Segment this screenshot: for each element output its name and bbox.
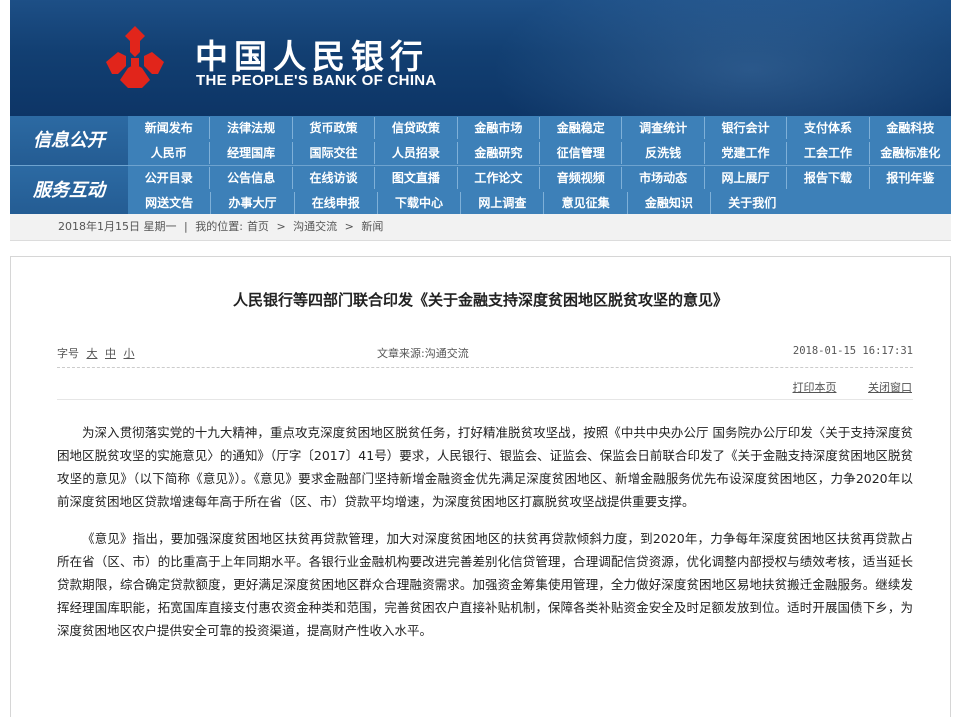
nav-item[interactable]: 金融知识	[628, 192, 712, 214]
source-value: 沟通交流	[424, 347, 469, 360]
article-actions: 打印本页 关闭窗口	[765, 379, 913, 395]
nav-item[interactable]: 金融研究	[458, 142, 541, 164]
nav-item[interactable]: 法律法规	[210, 117, 293, 139]
close-window-link[interactable]: 关闭窗口	[868, 381, 912, 394]
article-paragraph: 《意见》指出，要加强深度贫困地区扶贫再贷款管理，加大对深度贫困地区的扶贫再贷款倾…	[57, 531, 913, 638]
nav-item[interactable]: 金融市场	[458, 117, 541, 139]
site-title-en: THE PEOPLE'S BANK OF CHINA	[196, 72, 437, 89]
header-glow	[491, 0, 951, 116]
nav-item[interactable]: 工作论文	[458, 167, 541, 189]
nav-item[interactable]: 人员招录	[375, 142, 458, 164]
breadcrumb-current[interactable]: 新闻	[361, 220, 383, 233]
nav-item[interactable]: 关于我们	[711, 192, 793, 214]
nav-item[interactable]: 工会工作	[787, 142, 870, 164]
nav-item[interactable]: 市场动态	[622, 167, 705, 189]
font-size-large-link[interactable]: 大	[87, 347, 98, 360]
nav-item[interactable]: 金融标准化	[870, 142, 951, 164]
main-navigation: 信息公开 新闻发布 法律法规 货币政策 信贷政策 金融市场 金融稳定 调查统计 …	[10, 116, 951, 215]
nav-item[interactable]: 支付体系	[787, 117, 870, 139]
nav-block-info: 信息公开 新闻发布 法律法规 货币政策 信贷政策 金融市场 金融稳定 调查统计 …	[10, 116, 951, 165]
article-title: 人民银行等四部门联合印发《关于金融支持深度贫困地区脱贫攻坚的意见》	[232, 291, 728, 309]
nav-item[interactable]: 报告下载	[787, 167, 870, 189]
article-meta: 字号 大 中 小 文章来源:沟通交流 2018-01-15 16:17:31	[57, 345, 913, 363]
nav-item[interactable]: 图文直播	[375, 167, 458, 189]
nav-item[interactable]: 国际交往	[293, 142, 376, 164]
breadcrumb-inner: 2018年1月15日 星期一 | 我的位置: 首页 > 沟通交流 > 新闻	[58, 214, 387, 240]
font-size-small-link[interactable]: 小	[124, 347, 135, 360]
nav-item[interactable]: 反洗钱	[622, 142, 705, 164]
nav-item[interactable]: 公开目录	[128, 167, 211, 189]
nav-item[interactable]: 下载中心	[378, 192, 462, 214]
nav-item[interactable]: 音频视频	[540, 167, 623, 189]
nav-item[interactable]: 调查统计	[622, 117, 705, 139]
nav-row-2: 人民币 经理国库 国际交往 人员招录 金融研究 征信管理 反洗钱 党建工作 工会…	[128, 141, 951, 165]
article-source: 文章来源:沟通交流	[377, 345, 469, 361]
nav-item[interactable]: 网送文告	[128, 192, 212, 214]
nav-row-3: 公开目录 公告信息 在线访谈 图文直播 工作论文 音频视频 市场动态 网上展厅 …	[128, 166, 951, 190]
nav-item[interactable]: 网上展厅	[705, 167, 788, 189]
breadcrumb-home-link[interactable]: 首页	[247, 220, 269, 233]
font-size-control: 字号 大 中 小	[57, 345, 135, 361]
nav-item[interactable]: 征信管理	[540, 142, 623, 164]
meta-divider	[57, 367, 913, 368]
nav-item[interactable]: 金融科技	[870, 117, 951, 139]
location-label: 我的位置:	[195, 220, 243, 233]
article-panel: 人民银行等四部门联合印发《关于金融支持深度贫困地区脱贫攻坚的意见》 字号 大 中…	[10, 256, 951, 717]
print-page-link[interactable]: 打印本页	[793, 381, 837, 394]
site-header: 中国人民银行 THE PEOPLE'S BANK OF CHINA	[10, 0, 951, 116]
site-title-cn: 中国人民银行	[195, 37, 429, 76]
nav-label-info: 信息公开	[10, 116, 128, 165]
source-label: 文章来源:	[377, 347, 425, 360]
nav-item[interactable]: 人民币	[128, 142, 211, 164]
pboc-logo-icon[interactable]	[98, 22, 172, 96]
nav-item[interactable]: 新闻发布	[128, 117, 211, 139]
breadcrumb-arrow: >	[344, 220, 354, 233]
nav-item[interactable]: 党建工作	[705, 142, 788, 164]
nav-item[interactable]: 意见征集	[544, 192, 628, 214]
article-body: 为深入贯彻落实党的十九大精神，重点攻克深度贫困地区脱贫任务，打好精准脱贫攻坚战，…	[57, 421, 913, 656]
nav-item[interactable]: 信贷政策	[375, 117, 458, 139]
current-date: 2018年1月15日 星期一	[58, 220, 177, 233]
breadcrumb: 2018年1月15日 星期一 | 我的位置: 首页 > 沟通交流 > 新闻	[10, 214, 951, 241]
nav-item[interactable]: 网上调查	[461, 192, 545, 214]
font-size-medium-link[interactable]: 中	[105, 347, 116, 360]
article-paragraph: 为深入贯彻落实党的十九大精神，重点攻克深度贫困地区脱贫任务，打好精准脱贫攻坚战，…	[57, 425, 913, 509]
nav-item[interactable]: 公告信息	[210, 167, 293, 189]
nav-item[interactable]: 银行会计	[705, 117, 788, 139]
nav-row-4: 网送文告 办事大厅 在线申报 下载中心 网上调查 意见征集 金融知识 关于我们	[128, 191, 951, 215]
actions-divider	[57, 399, 913, 400]
nav-item[interactable]: 货币政策	[293, 117, 376, 139]
breadcrumb-separator: |	[184, 220, 188, 233]
nav-label-service: 服务互动	[10, 166, 128, 215]
nav-item[interactable]: 在线申报	[295, 192, 378, 214]
nav-item[interactable]: 办事大厅	[211, 192, 295, 214]
nav-block-service: 服务互动 公开目录 公告信息 在线访谈 图文直播 工作论文 音频视频 市场动态 …	[10, 165, 951, 215]
nav-item[interactable]: 在线访谈	[293, 167, 376, 189]
nav-item[interactable]: 经理国库	[210, 142, 293, 164]
breadcrumb-arrow: >	[276, 220, 286, 233]
breadcrumb-section-link[interactable]: 沟通交流	[293, 220, 337, 233]
nav-item[interactable]: 报刊年鉴	[870, 167, 951, 189]
article-datetime: 2018-01-15 16:17:31	[792, 345, 913, 357]
font-size-label: 字号	[57, 347, 79, 360]
nav-item[interactable]: 金融稳定	[540, 117, 623, 139]
nav-row-1: 新闻发布 法律法规 货币政策 信贷政策 金融市场 金融稳定 调查统计 银行会计 …	[128, 116, 951, 140]
